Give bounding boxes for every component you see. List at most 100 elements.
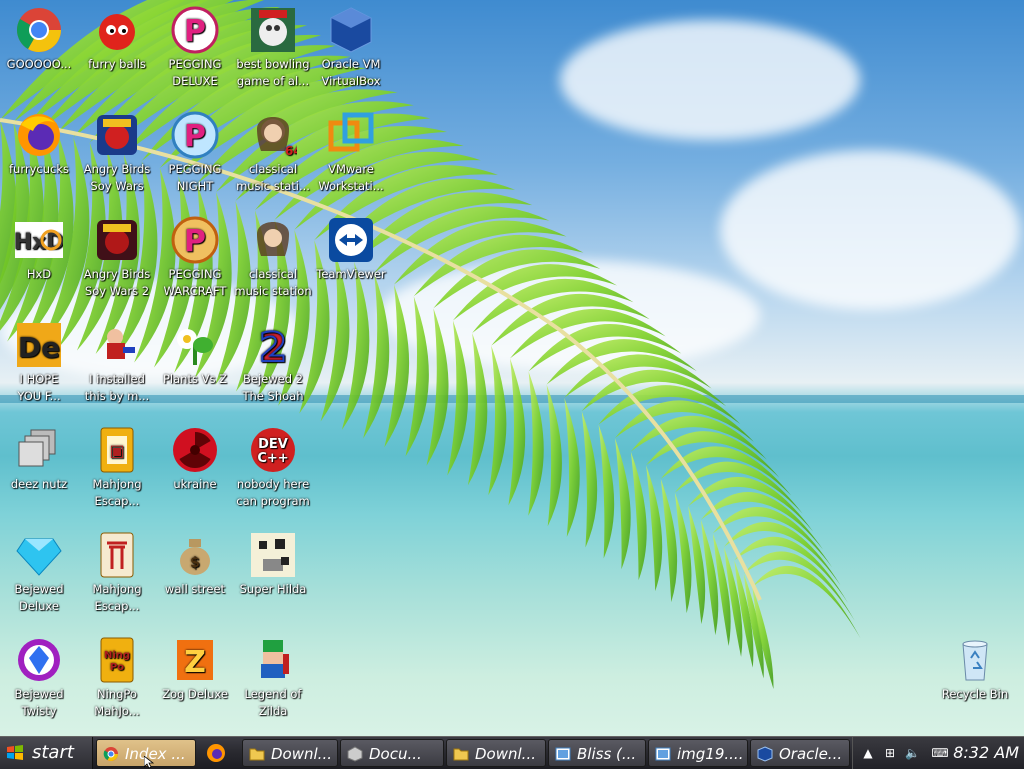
- vmware-icon: [327, 111, 375, 159]
- svg-text:P: P: [184, 224, 206, 259]
- svg-text:Ning: Ning: [104, 650, 130, 661]
- de-icon: De: [15, 321, 63, 369]
- desktop-icon[interactable]: HxD HxD: [0, 216, 78, 283]
- folder-icon: [453, 748, 469, 761]
- desktop-icon[interactable]: best bowling game of al...: [234, 6, 312, 90]
- desktop-icon[interactable]: Bejewed Twisty: [0, 636, 78, 720]
- dev-cpp-icon: DEV C++: [249, 426, 297, 474]
- radiation-icon: [171, 426, 219, 474]
- desktop-icon[interactable]: GOOOOO...: [0, 6, 78, 73]
- desktop-icon[interactable]: 2 Bejewed 2 The Shoah: [234, 321, 312, 405]
- start-button[interactable]: start: [0, 737, 93, 769]
- firefox-icon: [15, 111, 63, 159]
- desktop-icon[interactable]: VMware Workstati...: [312, 111, 390, 195]
- bejewed-twisty-icon: [15, 636, 63, 684]
- desktop-icon[interactable]: Mahjong Escap...: [78, 531, 156, 615]
- task-download-2[interactable]: Downl...: [446, 739, 546, 767]
- desktop-icon[interactable]: Z Zog Deluxe: [156, 636, 234, 703]
- desktop-icon[interactable]: furry balls: [78, 6, 156, 73]
- desktop-icon[interactable]: TeamViewer: [312, 216, 390, 283]
- mahjong-2-icon: [93, 531, 141, 579]
- desktop-icon[interactable]: P PEGGING WARCRAFT: [156, 216, 234, 300]
- chrome-icon: [103, 747, 118, 761]
- svg-text:P: P: [184, 119, 206, 154]
- zog-deluxe-icon: Z: [171, 636, 219, 684]
- virtualbox-icon: [327, 6, 375, 54]
- svg-text:▣: ▣: [109, 441, 124, 460]
- task-img[interactable]: img19....: [648, 739, 748, 767]
- desktop-icon[interactable]: Recycle Bin: [936, 636, 1014, 703]
- deez-nutz-icon: [15, 426, 63, 474]
- furry-balls-icon: [93, 6, 141, 54]
- image-icon: [555, 747, 571, 761]
- desktop-icon[interactable]: I installed this by m...: [78, 321, 156, 405]
- super-hilda-icon: [249, 531, 297, 579]
- desktop-icon[interactable]: P PEGGING NIGHT: [156, 111, 234, 195]
- svg-text:De: De: [18, 331, 60, 364]
- bowling-icon: [249, 6, 297, 54]
- volume-icon[interactable]: 🔈: [905, 746, 920, 760]
- windows-logo-icon: [7, 745, 23, 760]
- svg-text:2: 2: [259, 325, 287, 369]
- pegging-warcraft-icon: P: [171, 216, 219, 264]
- desktop-icon[interactable]: Super Hilda: [234, 531, 312, 598]
- desktop-icon[interactable]: Oracle VM VirtualBox: [312, 6, 390, 90]
- ningpo-icon: Ning Po: [93, 636, 141, 684]
- desktop-icon[interactable]: Bejewed Deluxe: [0, 531, 78, 615]
- teamviewer-icon: [327, 216, 375, 264]
- classical-music-icon: 64: [249, 111, 302, 159]
- tray-expand-icon[interactable]: ▲: [861, 746, 875, 760]
- desktop-icon[interactable]: ▣ Mahjong Escap...: [78, 426, 156, 510]
- angry-birds-2-icon: [93, 216, 141, 264]
- hxd-icon: HxD: [14, 216, 64, 264]
- svg-text:Po: Po: [110, 662, 124, 673]
- task-bliss[interactable]: Bliss (...: [548, 739, 646, 767]
- desktop-icon[interactable]: Plants Vs Z: [156, 321, 234, 388]
- svg-text:Z: Z: [184, 645, 206, 680]
- plants-vs-z-icon: [171, 321, 219, 369]
- desktop-icon[interactable]: Angry Birds Soy Wars 2: [78, 216, 156, 300]
- keyboard-icon[interactable]: ⌨: [929, 746, 951, 760]
- recycle-bin-icon: [951, 636, 999, 684]
- desktop-icon[interactable]: P PEGGING DELUXE: [156, 6, 234, 90]
- desktop-icon[interactable]: furrycucks: [0, 111, 78, 178]
- svg-text:64: 64: [285, 144, 297, 158]
- angry-birds-icon: [93, 111, 141, 159]
- start-label: start: [32, 742, 74, 763]
- desktop-icon[interactable]: $ wall street: [156, 531, 234, 598]
- desktop-icon[interactable]: classical music station: [234, 216, 312, 300]
- chrome-icon: [15, 6, 63, 54]
- classical-music-2-icon: [249, 216, 297, 264]
- desktop-icon[interactable]: Legend of Zilda: [234, 636, 312, 720]
- system-tray: ▲ ⊞ 🔈 ⌨ 8:32 AM: [852, 737, 1024, 769]
- desktop: GOOOOO... furrycucks HxD HxD De I HOPE Y…: [0, 0, 1024, 736]
- task-oracle[interactable]: Oracle...: [750, 739, 850, 767]
- image-icon: [655, 747, 671, 761]
- clock[interactable]: 8:32 AM: [953, 737, 1019, 769]
- pegging-night-icon: P: [171, 111, 219, 159]
- svg-text:P: P: [184, 14, 206, 49]
- installed-icon: [93, 321, 141, 369]
- box-icon: [347, 746, 363, 762]
- svg-text:C++: C++: [257, 451, 288, 466]
- desktop-icon[interactable]: 64 classical music stati...: [234, 111, 312, 195]
- desktop-icon[interactable]: deez nutz: [0, 426, 78, 493]
- diamond-icon: [15, 531, 63, 579]
- firefox-icon[interactable]: [206, 743, 226, 763]
- svg-text:$: $: [190, 555, 200, 571]
- pegging-icon: P: [171, 6, 219, 54]
- desktop-icon[interactable]: DEV C++ nobody here can program: [234, 426, 312, 510]
- task-download-1[interactable]: Downl...: [242, 739, 338, 767]
- money-bag-icon: $: [171, 531, 219, 579]
- task-documents[interactable]: Docu...: [340, 739, 444, 767]
- svg-text:DEV: DEV: [258, 437, 288, 452]
- mouse-cursor-icon: [144, 756, 154, 768]
- legend-of-zilda-icon: [249, 636, 297, 684]
- desktop-icon[interactable]: Ning Po NingPo MahJo...: [78, 636, 156, 720]
- desktop-icon[interactable]: De I HOPE YOU F...: [0, 321, 78, 405]
- folder-icon: [249, 748, 265, 761]
- desktop-icon[interactable]: Angry Birds Soy Wars: [78, 111, 156, 195]
- desktop-icon[interactable]: ukraine: [156, 426, 234, 493]
- network-icon[interactable]: ⊞: [883, 746, 897, 760]
- virtualbox-icon: [757, 746, 773, 762]
